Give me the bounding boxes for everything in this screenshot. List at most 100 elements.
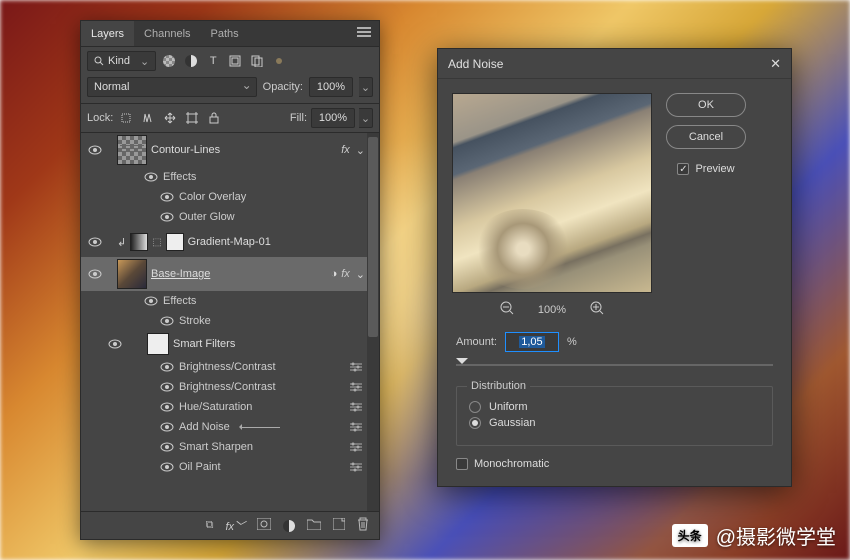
fill-dropdown[interactable]: ⌄ (359, 108, 373, 128)
fill-input[interactable]: 100% (311, 108, 355, 128)
amount-slider[interactable] (456, 358, 773, 372)
filter-options-icon[interactable] (347, 459, 365, 475)
visibility-icon[interactable] (87, 145, 103, 155)
opacity-input[interactable]: 100% (309, 77, 353, 97)
layer-contour-lines[interactable]: Contour-Lines fx ⌄ (81, 133, 379, 167)
visibility-icon[interactable] (159, 362, 175, 372)
gaussian-radio-row[interactable]: Gaussian (469, 417, 760, 429)
slider-thumb[interactable] (456, 358, 468, 370)
visibility-icon[interactable] (159, 442, 175, 452)
filter-oil-paint[interactable]: Oil Paint (81, 457, 379, 477)
zoom-out-icon[interactable] (500, 301, 514, 318)
lock-image-icon[interactable] (139, 109, 157, 127)
lock-transparency-icon[interactable] (117, 109, 135, 127)
layer-thumbnail[interactable] (117, 135, 147, 165)
filter-shape-icon[interactable] (226, 52, 244, 70)
add-adjustment-icon[interactable] (283, 520, 295, 532)
filter-hue-saturation[interactable]: Hue/Saturation (81, 397, 379, 417)
layer-name[interactable]: Contour-Lines (151, 144, 337, 156)
smart-filters-row[interactable]: Smart Filters (81, 331, 379, 357)
layer-thumbnail[interactable] (117, 259, 147, 289)
filter-brightness-contrast-2[interactable]: Brightness/Contrast (81, 377, 379, 397)
visibility-icon[interactable] (159, 422, 175, 432)
zoom-in-icon[interactable] (590, 301, 604, 318)
link-icon[interactable]: ⬚ (152, 237, 161, 248)
visibility-icon[interactable] (159, 462, 175, 472)
layer-name[interactable]: Gradient-Map-01 (188, 236, 365, 248)
close-icon[interactable]: ✕ (770, 56, 781, 72)
dialog-titlebar[interactable]: Add Noise ✕ (438, 49, 791, 79)
new-layer-icon[interactable] (333, 518, 345, 533)
layer-base-image[interactable]: Base-Image ◑ fx ⌄ (81, 257, 379, 291)
pointer-arrow (240, 427, 280, 428)
filter-smartobject-icon[interactable] (248, 52, 266, 70)
lock-label: Lock: (87, 112, 113, 124)
visibility-icon[interactable] (143, 296, 159, 306)
tab-layers[interactable]: Layers (81, 21, 134, 46)
fx-color-overlay[interactable]: Color Overlay (81, 187, 379, 207)
visibility-icon[interactable] (143, 172, 159, 182)
preview-checkbox-row[interactable]: Preview (677, 163, 734, 175)
mask-thumbnail[interactable] (166, 233, 184, 251)
monochromatic-row[interactable]: Monochromatic (456, 458, 773, 470)
kind-select[interactable]: Kind ⌄ (87, 51, 156, 71)
opacity-dropdown[interactable]: ⌄ (359, 77, 373, 97)
monochromatic-checkbox[interactable] (456, 458, 468, 470)
filter-mask-thumbnail[interactable] (147, 333, 169, 355)
visibility-icon[interactable] (87, 269, 103, 279)
filter-type-icon[interactable]: T (204, 52, 222, 70)
watermark-text: @摄影微学堂 (716, 521, 836, 550)
preview-image[interactable] (452, 93, 652, 293)
delete-layer-icon[interactable] (357, 517, 369, 534)
blend-mode-select[interactable]: Normal (87, 77, 257, 97)
visibility-icon[interactable] (159, 402, 175, 412)
adjustment-thumbnail[interactable] (130, 233, 148, 251)
visibility-icon[interactable] (107, 339, 123, 349)
chevron-down-icon[interactable]: ⌄ (356, 144, 365, 157)
visibility-icon[interactable] (159, 382, 175, 392)
add-mask-icon[interactable] (257, 518, 271, 533)
ok-button[interactable]: OK (666, 93, 746, 117)
filter-brightness-contrast-1[interactable]: Brightness/Contrast (81, 357, 379, 377)
fx-badge[interactable]: fx (341, 268, 350, 280)
panel-menu-icon[interactable] (357, 27, 371, 40)
tab-paths[interactable]: Paths (201, 21, 249, 46)
filter-pin-icon[interactable] (270, 52, 288, 70)
preview-checkbox[interactable] (677, 163, 689, 175)
visibility-icon[interactable] (159, 212, 175, 222)
add-fx-icon[interactable]: fx﹀ (225, 518, 245, 534)
filter-options-icon[interactable] (347, 379, 365, 395)
visibility-icon[interactable] (159, 316, 175, 326)
uniform-radio-row[interactable]: Uniform (469, 401, 760, 413)
lock-artboard-icon[interactable] (183, 109, 201, 127)
scrollbar[interactable] (367, 133, 379, 511)
visibility-icon[interactable] (159, 192, 175, 202)
cancel-button[interactable]: Cancel (666, 125, 746, 149)
filter-options-icon[interactable] (347, 419, 365, 435)
filter-pixel-icon[interactable] (160, 52, 178, 70)
chevron-down-icon[interactable]: ⌄ (356, 268, 365, 281)
filter-options-icon[interactable] (347, 399, 365, 415)
tab-channels[interactable]: Channels (134, 21, 200, 46)
filter-adjustment-icon[interactable] (182, 52, 200, 70)
lock-position-icon[interactable] (161, 109, 179, 127)
filter-options-icon[interactable] (347, 439, 365, 455)
effects-row-2[interactable]: Effects (81, 291, 379, 311)
scroll-thumb[interactable] (368, 137, 378, 337)
new-group-icon[interactable] (307, 518, 321, 533)
layer-gradient-map[interactable]: ↲ ⬚ Gradient-Map-01 (81, 227, 379, 257)
layer-name[interactable]: Base-Image (151, 268, 327, 280)
gaussian-radio[interactable] (469, 417, 481, 429)
lock-all-icon[interactable] (205, 109, 223, 127)
fx-badge[interactable]: fx (341, 144, 350, 156)
effects-row[interactable]: Effects (81, 167, 379, 187)
filter-add-noise[interactable]: Add Noise (81, 417, 379, 437)
amount-input[interactable]: 1,05 (505, 332, 559, 352)
fx-outer-glow[interactable]: Outer Glow (81, 207, 379, 227)
uniform-radio[interactable] (469, 401, 481, 413)
fx-stroke[interactable]: Stroke (81, 311, 379, 331)
visibility-icon[interactable] (87, 237, 103, 247)
filter-smart-sharpen[interactable]: Smart Sharpen (81, 437, 379, 457)
filter-options-icon[interactable] (347, 359, 365, 375)
link-layers-icon[interactable]: ⧉ (206, 519, 214, 532)
